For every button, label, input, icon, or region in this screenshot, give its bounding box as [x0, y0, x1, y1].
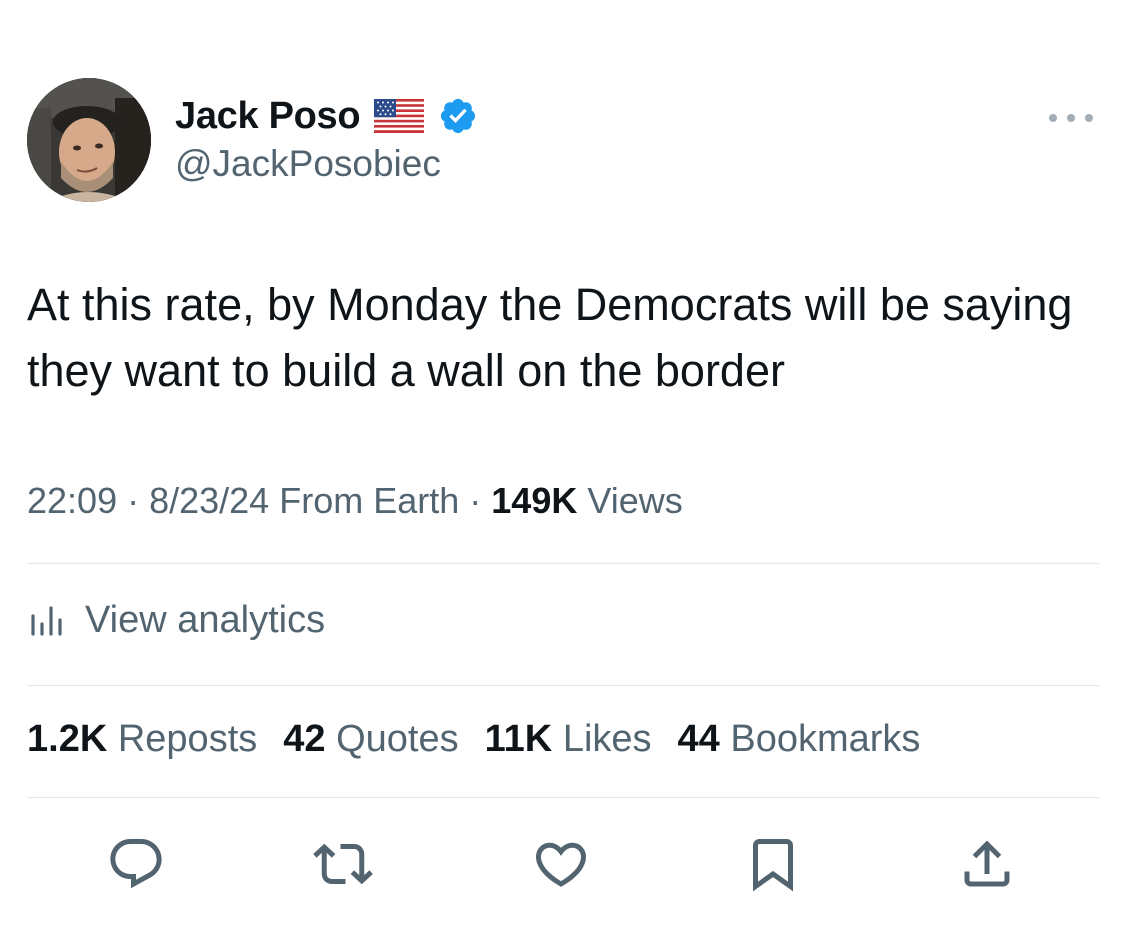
share-button[interactable] [955, 832, 1019, 896]
bookmark-button[interactable] [741, 832, 805, 896]
avatar-photo-icon [27, 78, 151, 202]
like-button[interactable] [529, 832, 593, 896]
bookmark-icon [753, 839, 793, 892]
view-analytics-button[interactable]: View analytics [27, 596, 325, 644]
quotes-stat[interactable]: 42 Quotes [283, 718, 458, 761]
analytics-icon [31, 606, 62, 636]
share-icon [964, 840, 1010, 887]
tweet-detail: Jack Poso @JackPosobiec At this rate, by… [0, 0, 1124, 940]
repost-icon [313, 843, 373, 885]
divider [27, 563, 1099, 564]
reposts-stat[interactable]: 1.2K Reposts [27, 718, 257, 761]
tweet-meta: 22:09 · 8/23/24 From Earth · 149K Views [27, 480, 683, 522]
us-flag-icon [374, 99, 425, 133]
divider [27, 685, 1099, 686]
tweet-date[interactable]: 8/23/24 [149, 480, 269, 521]
tweet-text: At this rate, by Monday the Democrats wi… [27, 279, 1073, 396]
author-name-row: Jack Poso [175, 93, 478, 139]
author-handle[interactable]: @JackPosobiec [175, 143, 441, 185]
view-analytics-label: View analytics [85, 598, 326, 641]
stat-count: 11K [484, 718, 553, 760]
stat-label: Reposts [117, 718, 258, 760]
divider [27, 797, 1099, 798]
meta-separator: · [459, 480, 492, 521]
views-count: 149K [491, 480, 578, 521]
verified-badge-icon[interactable] [438, 96, 478, 136]
views-label: Views [587, 480, 683, 521]
stat-label: Likes [562, 718, 652, 760]
more-dot-icon [1085, 114, 1093, 122]
display-name[interactable]: Jack Poso [175, 95, 361, 138]
stat-label: Bookmarks [730, 718, 921, 760]
likes-stat[interactable]: 11K Likes [485, 718, 652, 761]
more-options-button[interactable] [1049, 108, 1093, 128]
repost-button[interactable] [311, 832, 375, 896]
engagement-stats: 1.2K Reposts 42 Quotes 11K Likes 44 Book… [27, 718, 920, 761]
like-icon [535, 842, 587, 887]
tweet-source: From Earth [279, 480, 460, 521]
stat-label: Quotes [336, 718, 459, 760]
bookmarks-stat[interactable]: 44 Bookmarks [678, 718, 921, 761]
reply-icon [110, 839, 162, 889]
avatar[interactable] [27, 78, 151, 202]
meta-separator: · [117, 480, 150, 521]
more-dot-icon [1067, 114, 1075, 122]
reply-button[interactable] [104, 832, 168, 896]
more-dot-icon [1049, 114, 1057, 122]
stat-count: 1.2K [27, 718, 108, 760]
stat-count: 42 [283, 718, 326, 760]
stat-count: 44 [677, 718, 720, 760]
tweet-time[interactable]: 22:09 [27, 480, 117, 521]
